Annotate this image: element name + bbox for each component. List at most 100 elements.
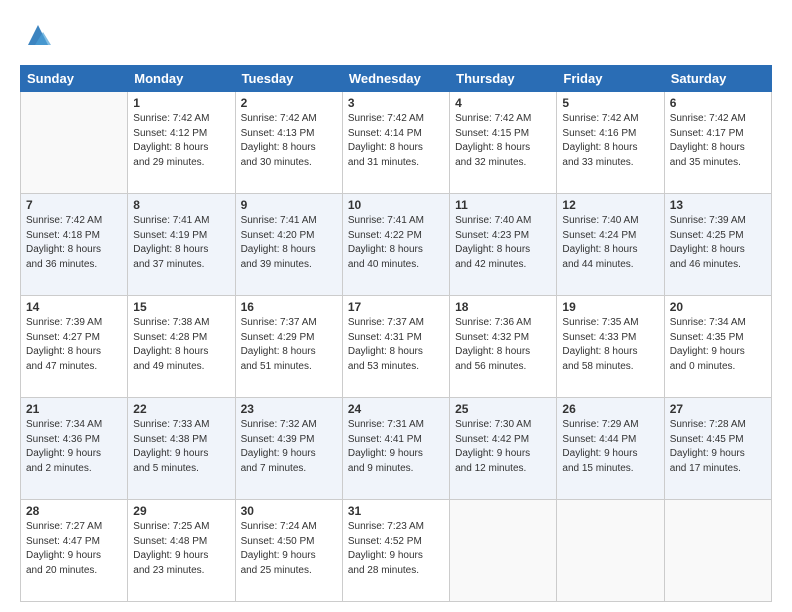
day-info: Sunrise: 7:34 AMSunset: 4:35 PMDaylight:…	[670, 316, 766, 374]
day-cell: 13 Sunrise: 7:39 AMSunset: 4:25 PMDayligh…	[664, 194, 771, 296]
day-cell: 1 Sunrise: 7:42 AMSunset: 4:12 PMDaylight…	[128, 92, 235, 194]
day-cell: 15 Sunrise: 7:38 AMSunset: 4:28 PMDayligh…	[128, 296, 235, 398]
day-number: 3	[348, 96, 444, 110]
day-info: Sunrise: 7:32 AMSunset: 4:39 PMDaylight:…	[241, 418, 337, 476]
day-cell: 30Sunrise: 7:24 AMSunset: 4:50 PMDayligh…	[235, 500, 342, 602]
day-info: Sunrise: 7:40 AMSunset: 4:23 PMDaylight:…	[455, 214, 551, 272]
day-number: 21	[26, 402, 122, 416]
day-cell	[450, 500, 557, 602]
day-info: Sunrise: 7:34 AMSunset: 4:36 PMDaylight:…	[26, 418, 122, 476]
day-info: Sunrise: 7:27 AMSunset: 4:47 PMDaylight:…	[26, 520, 122, 578]
day-number: 14	[26, 300, 122, 314]
day-cell: 21 Sunrise: 7:34 AMSunset: 4:36 PMDayligh…	[21, 398, 128, 500]
day-number: 13	[670, 198, 766, 212]
day-number: 26	[562, 402, 658, 416]
day-cell: 29 Sunrise: 7:25 AMSunset: 4:48 PMDayligh…	[128, 500, 235, 602]
day-info: Sunrise: 7:42 AMSunset: 4:15 PMDaylight:…	[455, 112, 551, 170]
logo	[20, 18, 53, 55]
day-number: 6	[670, 96, 766, 110]
day-info: Sunrise: 7:39 AMSunset: 4:25 PMDaylight:…	[670, 214, 766, 272]
day-cell: 5 Sunrise: 7:42 AMSunset: 4:16 PMDaylight…	[557, 92, 664, 194]
day-cell: 26Sunrise: 7:29 AMSunset: 4:44 PMDayligh…	[557, 398, 664, 500]
day-info: Sunrise: 7:42 AMSunset: 4:16 PMDaylight:…	[562, 112, 658, 170]
day-number: 22	[133, 402, 229, 416]
col-header-wednesday: Wednesday	[342, 66, 449, 92]
day-cell: 7 Sunrise: 7:42 AMSunset: 4:18 PMDaylight…	[21, 194, 128, 296]
day-info: Sunrise: 7:41 AMSunset: 4:22 PMDaylight:…	[348, 214, 444, 272]
day-cell	[21, 92, 128, 194]
day-info: Sunrise: 7:37 AMSunset: 4:29 PMDaylight:…	[241, 316, 337, 374]
day-number: 15	[133, 300, 229, 314]
day-cell: 22 Sunrise: 7:33 AMSunset: 4:38 PMDayligh…	[128, 398, 235, 500]
day-number: 17	[348, 300, 444, 314]
day-info: Sunrise: 7:42 AMSunset: 4:17 PMDaylight:…	[670, 112, 766, 170]
col-header-sunday: Sunday	[21, 66, 128, 92]
day-number: 1	[133, 96, 229, 110]
col-header-tuesday: Tuesday	[235, 66, 342, 92]
day-info: Sunrise: 7:25 AMSunset: 4:48 PMDaylight:…	[133, 520, 229, 578]
day-cell	[557, 500, 664, 602]
day-cell: 31 Sunrise: 7:23 AMSunset: 4:52 PMDayligh…	[342, 500, 449, 602]
day-cell: 3 Sunrise: 7:42 AMSunset: 4:14 PMDaylight…	[342, 92, 449, 194]
day-number: 30	[241, 504, 337, 518]
day-info: Sunrise: 7:23 AMSunset: 4:52 PMDaylight:…	[348, 520, 444, 578]
col-header-thursday: Thursday	[450, 66, 557, 92]
day-info: Sunrise: 7:42 AMSunset: 4:12 PMDaylight:…	[133, 112, 229, 170]
page: SundayMondayTuesdayWednesdayThursdayFrid…	[0, 0, 792, 612]
day-cell: 28 Sunrise: 7:27 AMSunset: 4:47 PMDayligh…	[21, 500, 128, 602]
day-number: 29	[133, 504, 229, 518]
day-cell: 14 Sunrise: 7:39 AMSunset: 4:27 PMDayligh…	[21, 296, 128, 398]
day-cell: 17 Sunrise: 7:37 AMSunset: 4:31 PMDayligh…	[342, 296, 449, 398]
day-number: 7	[26, 198, 122, 212]
day-number: 20	[670, 300, 766, 314]
day-cell: 11Sunrise: 7:40 AMSunset: 4:23 PMDayligh…	[450, 194, 557, 296]
day-info: Sunrise: 7:39 AMSunset: 4:27 PMDaylight:…	[26, 316, 122, 374]
day-number: 24	[348, 402, 444, 416]
day-info: Sunrise: 7:36 AMSunset: 4:32 PMDaylight:…	[455, 316, 551, 374]
day-info: Sunrise: 7:30 AMSunset: 4:42 PMDaylight:…	[455, 418, 551, 476]
day-cell: 25 Sunrise: 7:30 AMSunset: 4:42 PMDayligh…	[450, 398, 557, 500]
day-number: 9	[241, 198, 337, 212]
calendar-table: SundayMondayTuesdayWednesdayThursdayFrid…	[20, 65, 772, 602]
day-info: Sunrise: 7:33 AMSunset: 4:38 PMDaylight:…	[133, 418, 229, 476]
day-info: Sunrise: 7:38 AMSunset: 4:28 PMDaylight:…	[133, 316, 229, 374]
day-cell: 6 Sunrise: 7:42 AMSunset: 4:17 PMDaylight…	[664, 92, 771, 194]
col-header-friday: Friday	[557, 66, 664, 92]
logo-icon	[23, 20, 53, 55]
day-cell: 12 Sunrise: 7:40 AMSunset: 4:24 PMDayligh…	[557, 194, 664, 296]
day-number: 8	[133, 198, 229, 212]
day-info: Sunrise: 7:40 AMSunset: 4:24 PMDaylight:…	[562, 214, 658, 272]
week-row-2: 7 Sunrise: 7:42 AMSunset: 4:18 PMDaylight…	[21, 194, 772, 296]
day-number: 2	[241, 96, 337, 110]
day-cell: 16 Sunrise: 7:37 AMSunset: 4:29 PMDayligh…	[235, 296, 342, 398]
day-number: 12	[562, 198, 658, 212]
week-row-5: 28 Sunrise: 7:27 AMSunset: 4:47 PMDayligh…	[21, 500, 772, 602]
week-row-3: 14 Sunrise: 7:39 AMSunset: 4:27 PMDayligh…	[21, 296, 772, 398]
day-number: 28	[26, 504, 122, 518]
day-info: Sunrise: 7:37 AMSunset: 4:31 PMDaylight:…	[348, 316, 444, 374]
day-number: 25	[455, 402, 551, 416]
day-number: 19	[562, 300, 658, 314]
week-row-4: 21 Sunrise: 7:34 AMSunset: 4:36 PMDayligh…	[21, 398, 772, 500]
day-info: Sunrise: 7:41 AMSunset: 4:20 PMDaylight:…	[241, 214, 337, 272]
day-number: 27	[670, 402, 766, 416]
day-info: Sunrise: 7:28 AMSunset: 4:45 PMDaylight:…	[670, 418, 766, 476]
col-header-monday: Monday	[128, 66, 235, 92]
day-number: 18	[455, 300, 551, 314]
col-header-saturday: Saturday	[664, 66, 771, 92]
day-number: 10	[348, 198, 444, 212]
day-number: 23	[241, 402, 337, 416]
day-info: Sunrise: 7:31 AMSunset: 4:41 PMDaylight:…	[348, 418, 444, 476]
day-cell: 20 Sunrise: 7:34 AMSunset: 4:35 PMDayligh…	[664, 296, 771, 398]
day-number: 16	[241, 300, 337, 314]
day-number: 5	[562, 96, 658, 110]
day-number: 31	[348, 504, 444, 518]
day-info: Sunrise: 7:42 AMSunset: 4:14 PMDaylight:…	[348, 112, 444, 170]
column-header-row: SundayMondayTuesdayWednesdayThursdayFrid…	[21, 66, 772, 92]
day-cell: 2 Sunrise: 7:42 AMSunset: 4:13 PMDaylight…	[235, 92, 342, 194]
day-cell: 23 Sunrise: 7:32 AMSunset: 4:39 PMDayligh…	[235, 398, 342, 500]
week-row-1: 1 Sunrise: 7:42 AMSunset: 4:12 PMDaylight…	[21, 92, 772, 194]
day-info: Sunrise: 7:42 AMSunset: 4:18 PMDaylight:…	[26, 214, 122, 272]
day-cell: 24 Sunrise: 7:31 AMSunset: 4:41 PMDayligh…	[342, 398, 449, 500]
day-info: Sunrise: 7:42 AMSunset: 4:13 PMDaylight:…	[241, 112, 337, 170]
